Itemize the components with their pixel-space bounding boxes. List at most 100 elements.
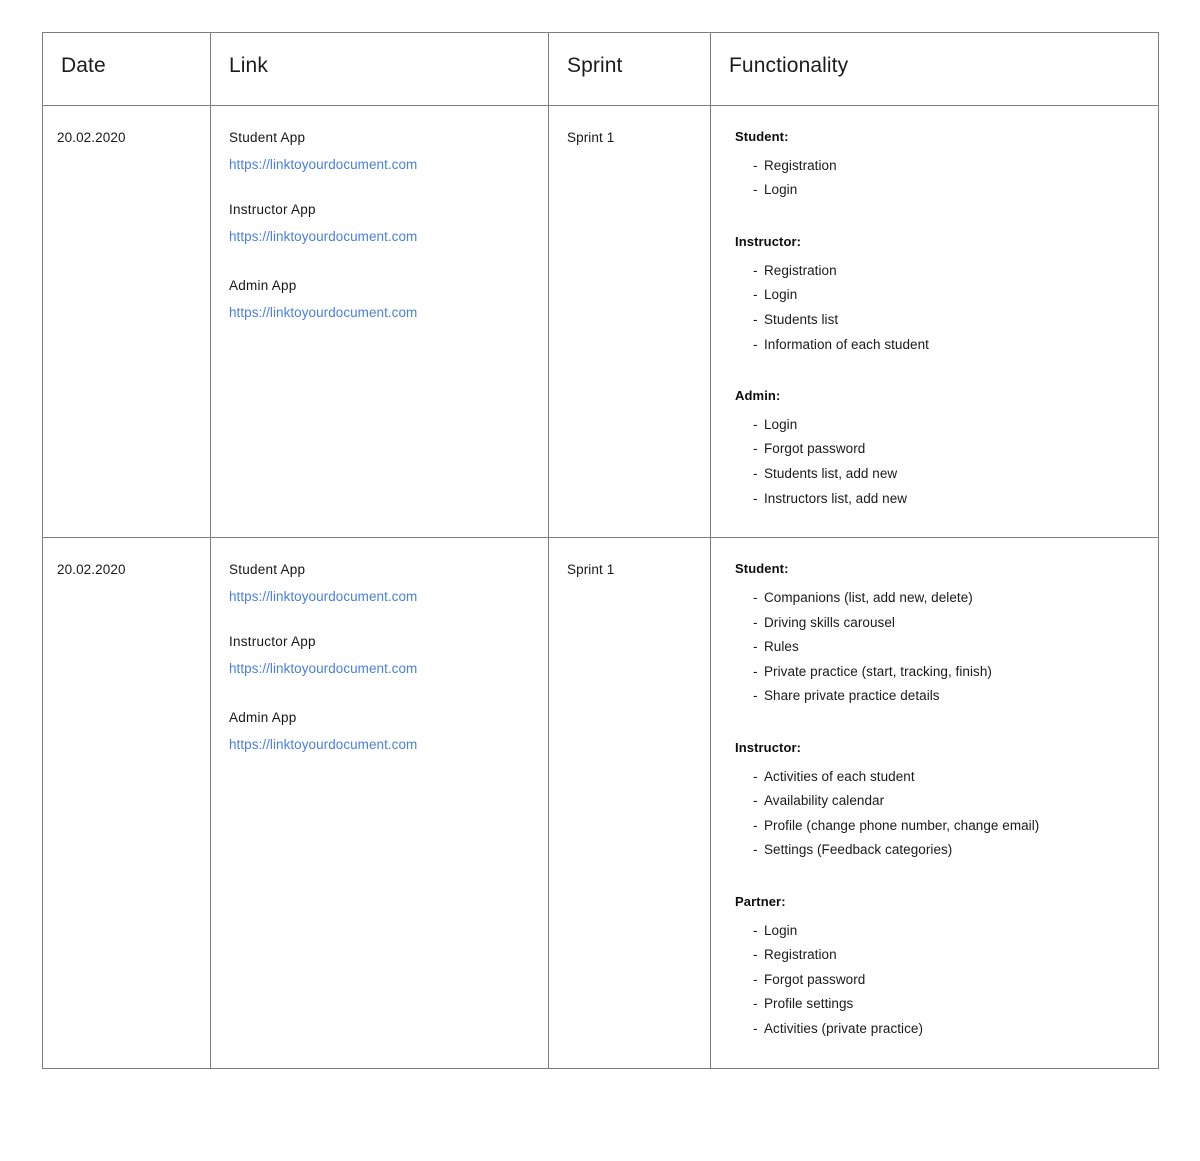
list-item: - Registration [753,259,1148,284]
app-link[interactable]: https://linktoyourdocument.com [229,227,417,247]
functionality-item-list: - Companions (list, add new, delete) - Dri… [735,586,1148,709]
list-item: - Login [753,178,1148,203]
list-item: - Profile settings [753,992,1148,1017]
column-header-link: Link [210,32,549,106]
list-item-label: Login [764,182,798,198]
list-item: - Driving skills carousel [753,611,1148,636]
list-item-label: Private practice (start, tracking, finis… [764,663,992,679]
list-item-label: Profile (change phone number, change ema… [764,817,1040,833]
app-link[interactable]: https://linktoyourdocument.com [229,735,417,755]
functionality-section-title: Student: [735,561,789,577]
functionality-section-instructor: Instructor: - Activities of each student … [735,739,1148,863]
dash-bullet: - [753,157,758,173]
list-item-label: Companions (list, add new, delete) [764,590,973,605]
app-label: Instructor App [229,202,316,218]
list-item: - Information of each student [753,333,1148,358]
list-item: - Rules [753,635,1148,660]
list-item-label: Forgot password [764,441,866,457]
list-item-label: Settings (Feedback categories) [764,842,953,858]
link-group-admin-app: Admin App https://linktoyourdocument.com [229,708,532,754]
list-item-label: Availability calendar [764,793,885,809]
list-item-label: Rules [764,639,799,655]
list-item-label: Registration [764,947,837,963]
dash-bullet: - [753,996,758,1012]
list-item: - Registration [753,943,1148,968]
table-header: Date Link Sprint Functionality [42,32,1159,106]
dash-bullet: - [753,639,758,655]
app-label: Admin App [229,710,297,726]
app-link[interactable]: https://linktoyourdocument.com [229,303,417,323]
functionality-section-title: Instructor: [735,739,802,755]
dash-bullet: - [753,971,758,987]
list-item: - Settings (Feedback categories) [753,838,1148,863]
link-group-instructor-app: Instructor App https://linktoyourdocumen… [229,632,532,678]
app-link[interactable]: https://linktoyourdocument.com [229,659,417,679]
list-item: - Companions (list, add new, delete) [753,586,1148,611]
dash-bullet: - [753,466,758,482]
cell-link: Student App https://linktoyourdocument.c… [210,104,549,539]
list-item: - Login [753,283,1148,308]
list-item: - Login [753,413,1148,438]
dash-bullet: - [753,590,758,605]
list-item-label: Activities of each student [764,768,915,784]
link-group-admin-app: Admin App https://linktoyourdocument.com [229,276,532,322]
list-item-label: Activities (private practice) [764,1021,923,1036]
list-item-label: Instructors list, add new [764,490,908,506]
functionality-item-list: - Registration - Login - Students list - Inf… [735,259,1148,357]
list-item: - Forgot password [753,968,1148,993]
list-item-label: Forgot password [764,971,866,987]
list-item-label: Login [764,287,798,303]
list-item-label: Students list [764,311,839,327]
dash-bullet: - [753,441,758,457]
list-item: - Activities of each student [753,765,1148,790]
list-item: - Students list, add new [753,462,1148,487]
list-item-label: Login [764,922,798,938]
list-item: - Availability calendar [753,789,1148,814]
dash-bullet: - [753,817,758,833]
column-header-date: Date [42,32,211,106]
sprint-value: Sprint 1 [567,130,615,145]
list-item-label: Information of each student [764,336,929,352]
list-item: - Instructors list, add new [753,487,1148,512]
table-row: 20.02.2020 Student App https://linktoyou… [42,537,1159,1069]
column-header-sprint: Sprint [548,32,711,106]
column-header-date-label: Date [61,54,106,77]
functionality-section-instructor: Instructor: - Registration - Login - Studen… [735,233,1148,357]
app-link[interactable]: https://linktoyourdocument.com [229,587,417,607]
dash-bullet: - [753,614,758,630]
column-header-sprint-label: Sprint [567,54,623,77]
list-item: - Login [753,919,1148,944]
app-label: Student App [229,562,306,578]
app-link[interactable]: https://linktoyourdocument.com [229,155,417,175]
cell-link: Student App https://linktoyourdocument.c… [210,537,549,1069]
list-item-label: Login [764,416,798,432]
dash-bullet: - [753,793,758,809]
link-group-student-app: Student App https://linktoyourdocument.c… [229,128,532,174]
list-item-label: Driving skills carousel [764,614,895,630]
link-group-instructor-app: Instructor App https://linktoyourdocumen… [229,200,532,246]
table-body: 20.02.2020 Student App https://linktoyou… [42,104,1159,1069]
list-item-label: Registration [764,157,837,173]
list-item: - Forgot password [753,437,1148,462]
dash-bullet: - [753,182,758,198]
column-header-functionality: Functionality [710,32,1159,106]
dash-bullet: - [753,922,758,938]
sprint-value: Sprint 1 [567,562,615,578]
dash-bullet: - [753,1021,758,1036]
functionality-section-title: Admin: [735,388,781,404]
dash-bullet: - [753,663,758,679]
date-value: 20.02.2020 [57,130,126,145]
dash-bullet: - [753,768,758,784]
dash-bullet: - [753,416,758,432]
functionality-item-list: - Activities of each student - Availabilit… [735,765,1148,863]
functionality-section-title: Partner: [735,893,786,909]
list-item: - Activities (private practice) [753,1017,1148,1042]
list-item-label: Profile settings [764,996,854,1012]
cell-date: 20.02.2020 [42,537,211,1069]
dash-bullet: - [753,947,758,963]
list-item: - Share private practice details [753,684,1148,709]
link-group-student-app: Student App https://linktoyourdocument.c… [229,560,532,606]
functionality-section-student: Student: - Companions (list, add new, del… [735,560,1148,709]
functionality-section-admin: Admin: - Login - Forgot password - Students… [735,387,1148,511]
column-header-link-label: Link [229,54,268,77]
